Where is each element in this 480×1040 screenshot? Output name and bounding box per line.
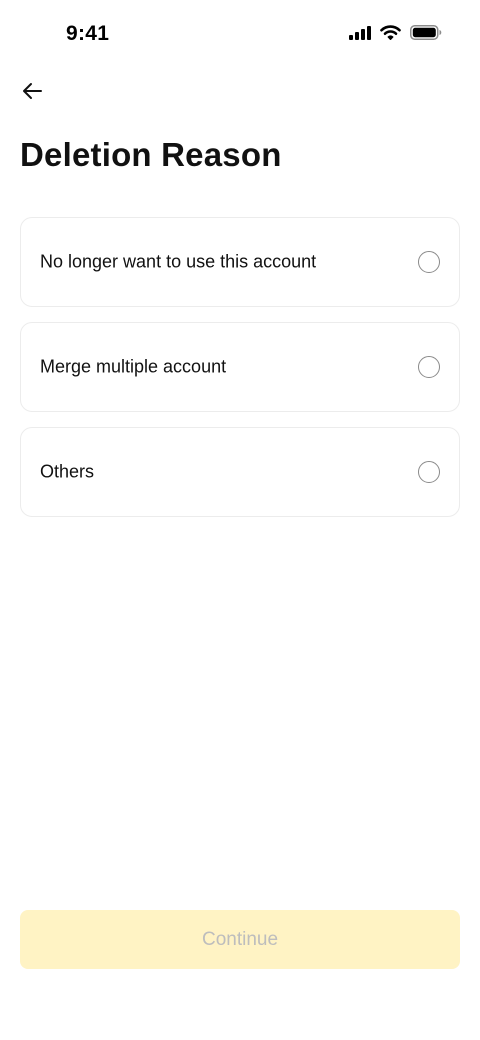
- battery-icon: [410, 25, 442, 40]
- signal-icon: [349, 25, 371, 40]
- reason-option-merge-accounts[interactable]: Merge multiple account: [20, 322, 460, 412]
- reason-option-others[interactable]: Others: [20, 427, 460, 517]
- reason-options: No longer want to use this account Merge…: [20, 217, 460, 532]
- option-label: No longer want to use this account: [40, 251, 317, 272]
- status-bar: 9:41: [0, 0, 480, 70]
- radio-button[interactable]: [418, 251, 440, 273]
- page-title: Deletion Reason: [20, 136, 282, 173]
- arrow-left-icon: [21, 82, 43, 105]
- option-label: Others: [40, 461, 95, 482]
- wifi-icon: [380, 25, 401, 40]
- back-button[interactable]: [14, 78, 50, 108]
- radio-button[interactable]: [418, 461, 440, 483]
- status-time: 9:41: [66, 22, 110, 45]
- reason-option-no-longer-use[interactable]: No longer want to use this account: [20, 217, 460, 307]
- continue-button[interactable]: Continue: [20, 910, 460, 969]
- status-icons: [349, 25, 442, 40]
- option-label: Merge multiple account: [40, 356, 227, 377]
- radio-button[interactable]: [418, 356, 440, 378]
